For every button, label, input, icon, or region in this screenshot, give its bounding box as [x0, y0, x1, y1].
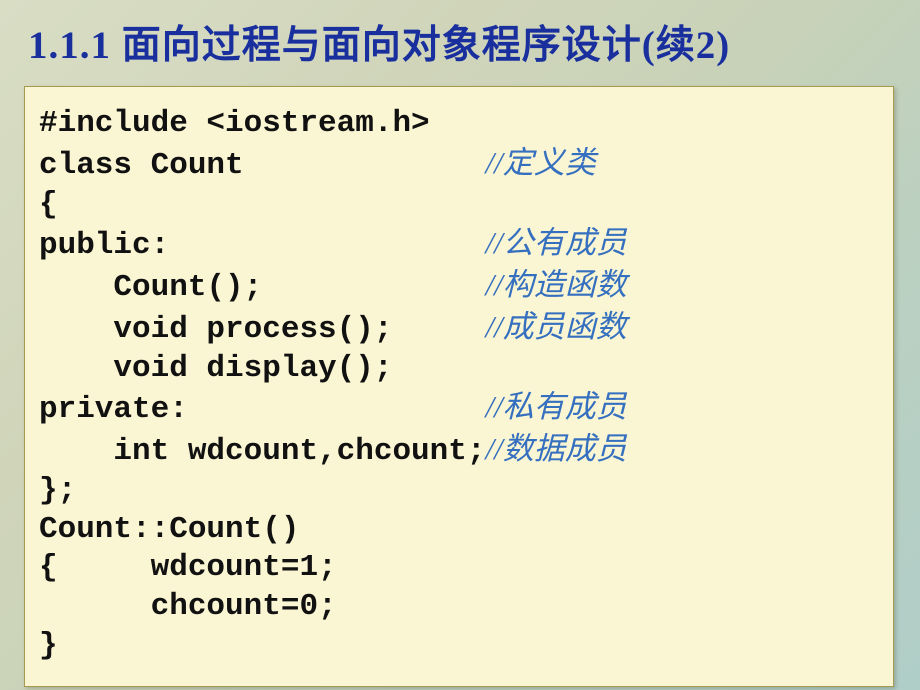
code-include: #include <iostream.h>	[39, 106, 430, 141]
code-process: void process();	[39, 312, 392, 347]
code-line-6: void process(); //成员函数	[39, 312, 627, 347]
comment-define-class: //定义类	[485, 145, 595, 180]
code-line-4: public: //公有成员	[39, 228, 627, 263]
code-line-5: Count(); //构造函数	[39, 270, 627, 305]
code-block: #include <iostream.h> class Count //定义类 …	[39, 105, 879, 666]
code-line-12: { wdcount=1;	[39, 550, 337, 585]
code-class-decl: class Count	[39, 148, 244, 183]
code-display: void display();	[39, 351, 392, 386]
comment-data-member: //数据成员	[485, 431, 626, 466]
slide-title: 1.1.1 面向过程与面向对象程序设计(续2)	[28, 14, 900, 70]
comment-private-member: //私有成员	[485, 389, 626, 424]
code-line-2: class Count //定义类	[39, 148, 596, 183]
code-line-8: private: //私有成员	[39, 392, 627, 427]
code-line-7: void display();	[39, 351, 392, 386]
code-private: private:	[39, 392, 188, 427]
code-box: #include <iostream.h> class Count //定义类 …	[24, 86, 894, 687]
code-constructor: Count();	[39, 270, 262, 305]
code-line-9: int wdcount,chcount;//数据成员	[39, 434, 627, 469]
code-int-members: int wdcount,chcount;	[39, 434, 485, 469]
code-line-1: #include <iostream.h>	[39, 106, 430, 141]
comment-constructor: //构造函数	[486, 267, 627, 302]
code-chcount-init: chcount=0;	[39, 589, 337, 624]
code-line-13: chcount=0;	[39, 589, 337, 624]
code-line-10: };	[39, 473, 76, 508]
comment-public-member: //公有成员	[486, 225, 627, 260]
code-line-14: }	[39, 628, 58, 663]
slide: 1.1.1 面向过程与面向对象程序设计(续2) #include <iostre…	[0, 0, 920, 690]
code-wdcount-init: { wdcount=1;	[39, 550, 337, 585]
code-close-brace: }	[39, 628, 58, 663]
code-line-3: {	[39, 187, 58, 222]
comment-member-fn: //成员函数	[485, 309, 626, 344]
code-open-brace: {	[39, 187, 58, 222]
code-public: public:	[39, 228, 169, 263]
code-line-11: Count::Count()	[39, 512, 299, 547]
code-scope-ctor: Count::Count()	[39, 512, 299, 547]
code-close-class: };	[39, 473, 76, 508]
